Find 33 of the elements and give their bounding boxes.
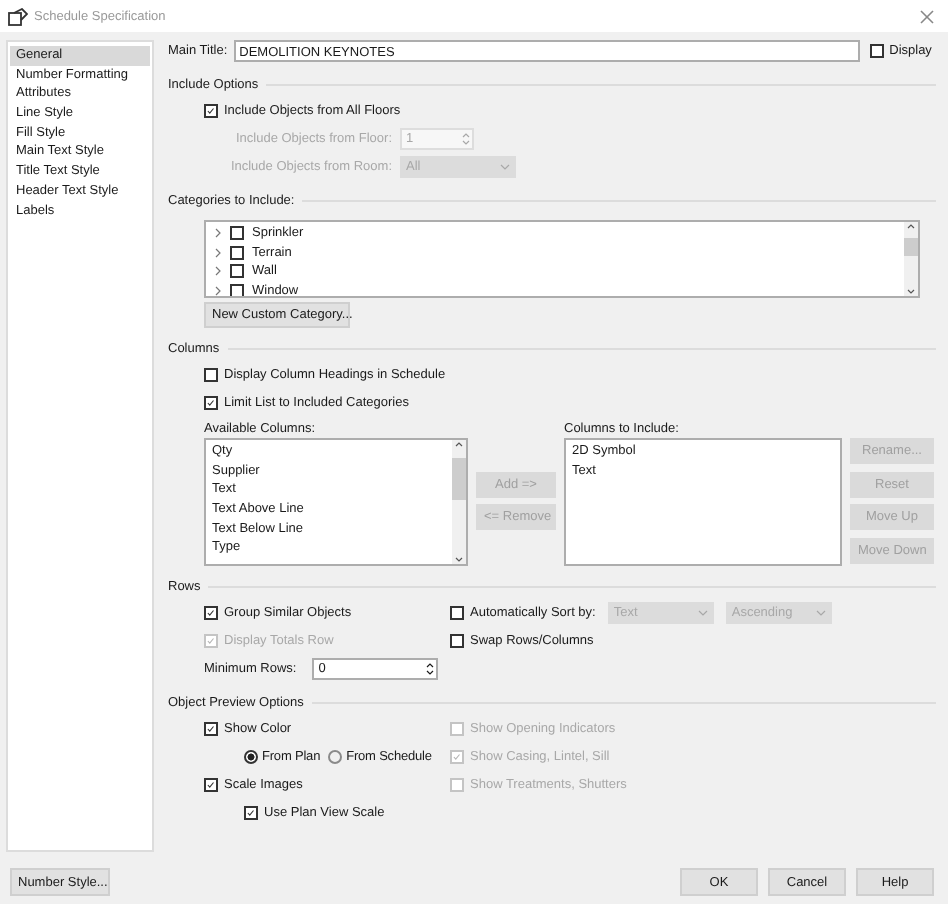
spinner-icon [462,131,470,145]
app-icon [8,7,28,25]
close-icon [918,7,936,25]
expand-icon[interactable] [214,286,222,296]
expand-icon[interactable] [214,266,222,277]
checkbox[interactable] [230,245,244,260]
checkbox[interactable] [204,367,218,381]
scroll-up-icon [452,440,466,450]
scroll-up-icon [904,222,918,232]
checkbox[interactable] [450,605,464,619]
caret-icon [815,609,826,615]
checkbox[interactable] [244,805,258,819]
scrollbar[interactable] [904,222,918,296]
checkbox[interactable] [204,395,218,409]
scroll-down-icon [452,554,466,564]
radio-button[interactable] [244,749,258,763]
caret-icon [500,163,510,169]
scroll-down-icon [904,286,918,296]
checkbox[interactable] [450,633,464,647]
spinner-icon [426,661,435,675]
scrollbar[interactable] [452,440,466,564]
caret-icon [697,609,708,615]
checkbox[interactable] [204,103,218,117]
checkbox[interactable] [204,721,218,735]
checkbox[interactable] [230,284,244,296]
expand-icon[interactable] [214,247,222,258]
checkbox[interactable] [230,264,244,279]
expand-icon[interactable] [214,228,222,239]
checkbox[interactable] [869,44,884,58]
checkbox[interactable] [230,226,244,241]
checkbox[interactable] [204,777,218,791]
radio-button[interactable] [328,749,343,763]
checkbox[interactable] [204,605,218,619]
